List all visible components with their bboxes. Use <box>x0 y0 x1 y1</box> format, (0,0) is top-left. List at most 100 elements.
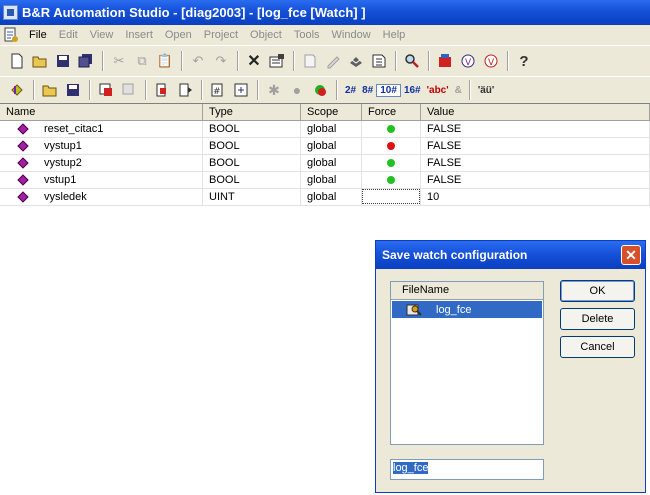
menu-object[interactable]: Object <box>244 29 288 41</box>
document-menu-icon[interactable] <box>3 27 19 43</box>
variable-icon <box>17 122 29 135</box>
properties-icon[interactable] <box>266 50 288 72</box>
force-status-green-icon[interactable] <box>387 158 395 167</box>
variable-value[interactable]: 10 <box>421 188 650 206</box>
toolbar-separator <box>33 80 35 100</box>
save-icon[interactable] <box>52 50 74 72</box>
column-header-type[interactable]: Type <box>203 104 301 121</box>
set-value-icon[interactable]: # <box>207 79 229 101</box>
string-ascii-button[interactable]: 'abc' <box>424 85 452 96</box>
menu-view[interactable]: View <box>84 29 120 41</box>
dot-icon[interactable]: ● <box>286 79 308 101</box>
delete-button[interactable]: Delete <box>560 308 635 330</box>
insert-variable-icon[interactable] <box>6 79 28 101</box>
column-header-name[interactable]: Name <box>0 104 203 121</box>
toolbar-separator <box>336 80 338 100</box>
filename-field[interactable]: log_fce <box>390 459 544 480</box>
variable-scope: global <box>301 120 362 138</box>
force-on-icon[interactable] <box>151 79 173 101</box>
help-icon[interactable]: ? <box>513 50 535 72</box>
save-watch-icon[interactable] <box>62 79 84 101</box>
new-file-icon[interactable] <box>6 50 28 72</box>
force-status-green-icon[interactable] <box>387 175 395 184</box>
column-header-value[interactable]: Value <box>421 104 650 121</box>
menu-insert[interactable]: Insert <box>119 29 159 41</box>
table-row[interactable]: vstup1 BOOL global FALSE <box>0 171 650 189</box>
variable-scope: global <box>301 137 362 155</box>
table-row[interactable]: vysledek UINT global 10 <box>0 188 650 206</box>
cut-icon[interactable]: ✂ <box>108 50 130 72</box>
file-list[interactable]: FileName log_fce <box>390 281 544 445</box>
string-unicode-button[interactable]: 'äü' <box>475 85 497 96</box>
monitor-icon[interactable]: V <box>457 50 479 72</box>
bitwise-and-button[interactable]: & <box>452 85 465 96</box>
open-watch-icon[interactable] <box>39 79 61 101</box>
toolbar-separator <box>237 51 239 71</box>
variable-type: BOOL <box>203 171 301 189</box>
save-all-icon[interactable] <box>75 50 97 72</box>
variable-scope: global <box>301 154 362 172</box>
new-object-icon[interactable] <box>299 50 321 72</box>
search-icon[interactable] <box>401 50 423 72</box>
list-item[interactable]: log_fce <box>392 301 542 318</box>
watch-file-icon <box>406 303 422 317</box>
menu-file[interactable]: File <box>23 29 53 41</box>
menu-help[interactable]: Help <box>377 29 412 41</box>
redo-icon[interactable]: ↷ <box>210 50 232 72</box>
cancel-force-icon[interactable]: ✱ <box>263 79 285 101</box>
force-status-icon[interactable] <box>309 79 331 101</box>
menu-tools[interactable]: Tools <box>288 29 326 41</box>
menu-edit[interactable]: Edit <box>53 29 84 41</box>
refresh-icon[interactable] <box>230 79 252 101</box>
toolbar-separator <box>181 51 183 71</box>
variable-name: reset_citac1 <box>44 122 104 135</box>
variable-icon <box>17 139 29 152</box>
column-header-force[interactable]: Force <box>362 104 421 121</box>
base-octal-button[interactable]: 8# <box>359 85 376 96</box>
cancel-button[interactable]: Cancel <box>560 336 635 358</box>
filename-value: log_fce <box>393 462 429 474</box>
table-row[interactable]: vystup1 BOOL global FALSE <box>0 137 650 155</box>
menu-open[interactable]: Open <box>159 29 198 41</box>
file-list-header[interactable]: FileName <box>391 282 543 300</box>
force-status-green-icon[interactable] <box>387 124 395 133</box>
variable-value[interactable]: FALSE <box>421 137 650 155</box>
variable-value[interactable]: FALSE <box>421 171 650 189</box>
build-icon[interactable] <box>368 50 390 72</box>
variable-value[interactable]: FALSE <box>421 120 650 138</box>
paste-icon[interactable]: 📋 <box>154 50 176 72</box>
debug-icon[interactable]: V <box>480 50 502 72</box>
variable-name: vystup2 <box>44 156 82 169</box>
column-header-scope[interactable]: Scope <box>301 104 362 121</box>
variable-name: vysledek <box>44 190 87 203</box>
force-status-red-icon[interactable] <box>387 141 395 150</box>
copy-icon[interactable]: ⧉ <box>131 50 153 72</box>
base-binary-button[interactable]: 2# <box>342 85 359 96</box>
force-off-icon[interactable] <box>174 79 196 101</box>
watch-remove-icon[interactable] <box>118 79 140 101</box>
delete-icon[interactable]: ✕ <box>243 50 265 72</box>
variable-type: UINT <box>203 188 301 206</box>
base-hex-button[interactable]: 16# <box>401 85 424 96</box>
base-decimal-button[interactable]: 10# <box>376 83 401 97</box>
transfer-icon[interactable] <box>345 50 367 72</box>
table-row[interactable]: vystup2 BOOL global FALSE <box>0 154 650 172</box>
toolbar-separator <box>428 51 430 71</box>
ok-button[interactable]: OK <box>560 280 635 302</box>
variable-value[interactable]: FALSE <box>421 154 650 172</box>
menu-window[interactable]: Window <box>326 29 377 41</box>
watch-add-icon[interactable] <box>95 79 117 101</box>
undo-icon[interactable]: ↶ <box>187 50 209 72</box>
variable-icon <box>17 156 29 169</box>
edit-object-icon[interactable] <box>322 50 344 72</box>
dialog-title: Save watch configuration <box>382 248 528 262</box>
force-editor-field[interactable] <box>362 189 420 205</box>
table-row[interactable]: reset_citac1 BOOL global FALSE <box>0 120 650 138</box>
open-folder-icon[interactable] <box>29 50 51 72</box>
save-watch-dialog: Save watch configuration ✕ FileName log_… <box>375 240 646 493</box>
close-icon[interactable]: ✕ <box>621 245 641 265</box>
menu-project[interactable]: Project <box>198 29 244 41</box>
toolbar-separator <box>201 80 203 100</box>
stop-plc-icon[interactable] <box>434 50 456 72</box>
variable-icon <box>17 190 29 203</box>
